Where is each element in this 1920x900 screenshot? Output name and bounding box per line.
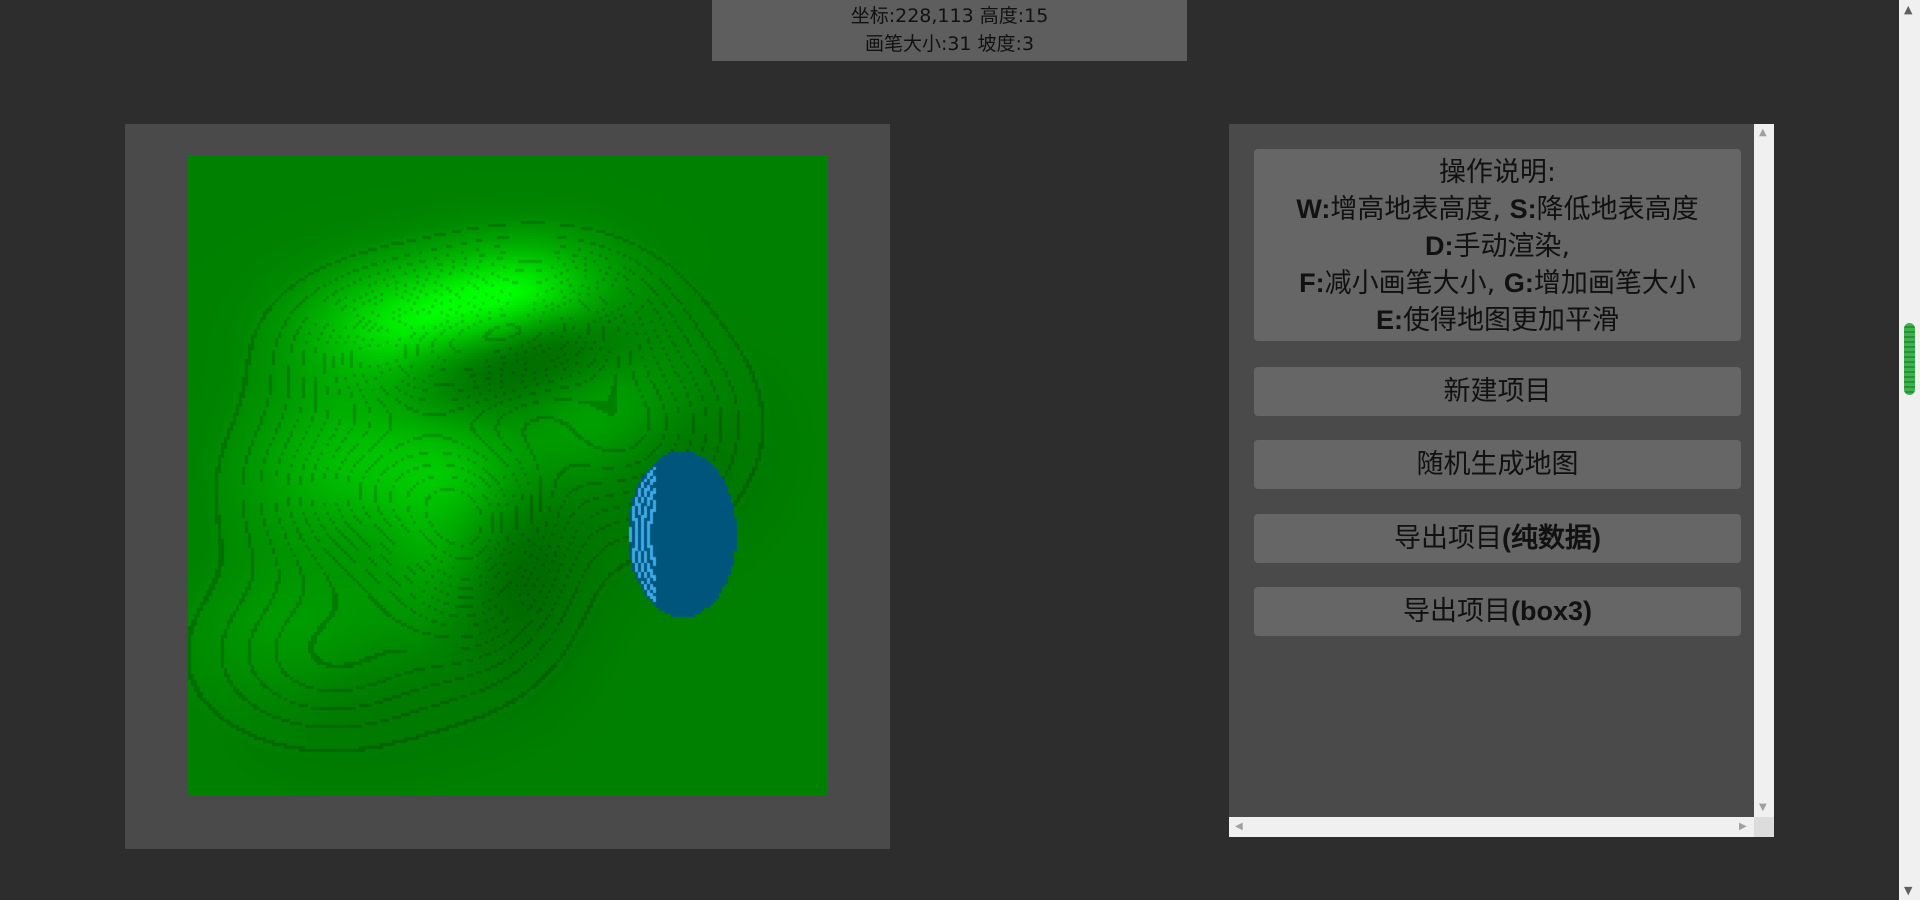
key-g-desc: 增加画笔大小: [1533, 268, 1696, 299]
instructions-line-d: D:手动渲染,: [1254, 228, 1741, 265]
window-scroll-up-icon[interactable]: ▲: [1904, 4, 1912, 15]
window-scrollbar[interactable]: ▲ ▼: [1899, 0, 1920, 900]
scroll-left-icon[interactable]: ◀: [1235, 822, 1243, 832]
key-f-label: F:: [1299, 268, 1325, 298]
control-panel-content: 操作说明: W:增高地表高度, S:降低地表高度 D:手动渲染, F:减小画笔大…: [1229, 124, 1754, 817]
key-f-desc: 减小画笔大小,: [1324, 268, 1496, 299]
export-data-button[interactable]: 导出项目(纯数据): [1254, 514, 1741, 563]
instructions-line-fg: F:减小画笔大小, G:增加画笔大小: [1254, 265, 1741, 302]
random-map-button[interactable]: 随机生成地图: [1254, 440, 1741, 489]
brush-slope-text: 画笔大小:31 坡度:3: [864, 33, 1035, 55]
key-d-desc: 手动渲染,: [1453, 231, 1571, 262]
status-readout: 坐标:228,113 高度:15 画笔大小:31 坡度:3: [712, 0, 1187, 61]
export-data-label: 导出项目: [1394, 523, 1502, 554]
coordinate-height-text: 坐标:228,113 高度:15: [850, 5, 1049, 27]
key-s-desc: 降低地表高度: [1536, 194, 1699, 225]
export-box3-suffix: (box3): [1511, 596, 1592, 626]
control-panel: 操作说明: W:增高地表高度, S:降低地表高度 D:手动渲染, F:减小画笔大…: [1229, 124, 1774, 837]
scroll-down-icon[interactable]: ▼: [1759, 803, 1767, 813]
new-project-button[interactable]: 新建项目: [1254, 367, 1741, 416]
panel-horizontal-scrollbar[interactable]: ◀ ▶: [1229, 817, 1754, 837]
scrollbar-corner: [1754, 817, 1774, 837]
map-editor-frame: [125, 124, 890, 849]
instructions-line-e: E:使得地图更加平滑: [1254, 302, 1741, 339]
scroll-right-icon[interactable]: ▶: [1739, 822, 1747, 832]
instructions-line-ws: W:增高地表高度, S:降低地表高度: [1254, 191, 1741, 228]
terrain-map-canvas[interactable]: [188, 155, 828, 795]
instructions-box: 操作说明: W:增高地表高度, S:降低地表高度 D:手动渲染, F:减小画笔大…: [1254, 149, 1741, 341]
export-box3-label: 导出项目: [1403, 596, 1511, 627]
key-g-label: G:: [1503, 268, 1534, 298]
window-scroll-down-icon[interactable]: ▼: [1904, 885, 1912, 896]
window-scroll-thumb[interactable]: [1904, 323, 1915, 395]
scroll-up-icon[interactable]: ▲: [1759, 128, 1767, 138]
key-w-desc: 增高地表高度,: [1330, 194, 1501, 225]
export-box3-button[interactable]: 导出项目(box3): [1254, 587, 1741, 636]
export-data-suffix: (纯数据): [1502, 523, 1601, 553]
key-d-label: D:: [1424, 231, 1454, 261]
instructions-title: 操作说明:: [1438, 157, 1557, 188]
key-e-desc: 使得地图更加平滑: [1403, 305, 1619, 336]
key-e-label: E:: [1376, 305, 1403, 335]
key-w-label: W:: [1296, 194, 1331, 224]
key-s-label: S:: [1509, 194, 1537, 224]
panel-vertical-scrollbar[interactable]: ▲ ▼: [1754, 124, 1774, 817]
